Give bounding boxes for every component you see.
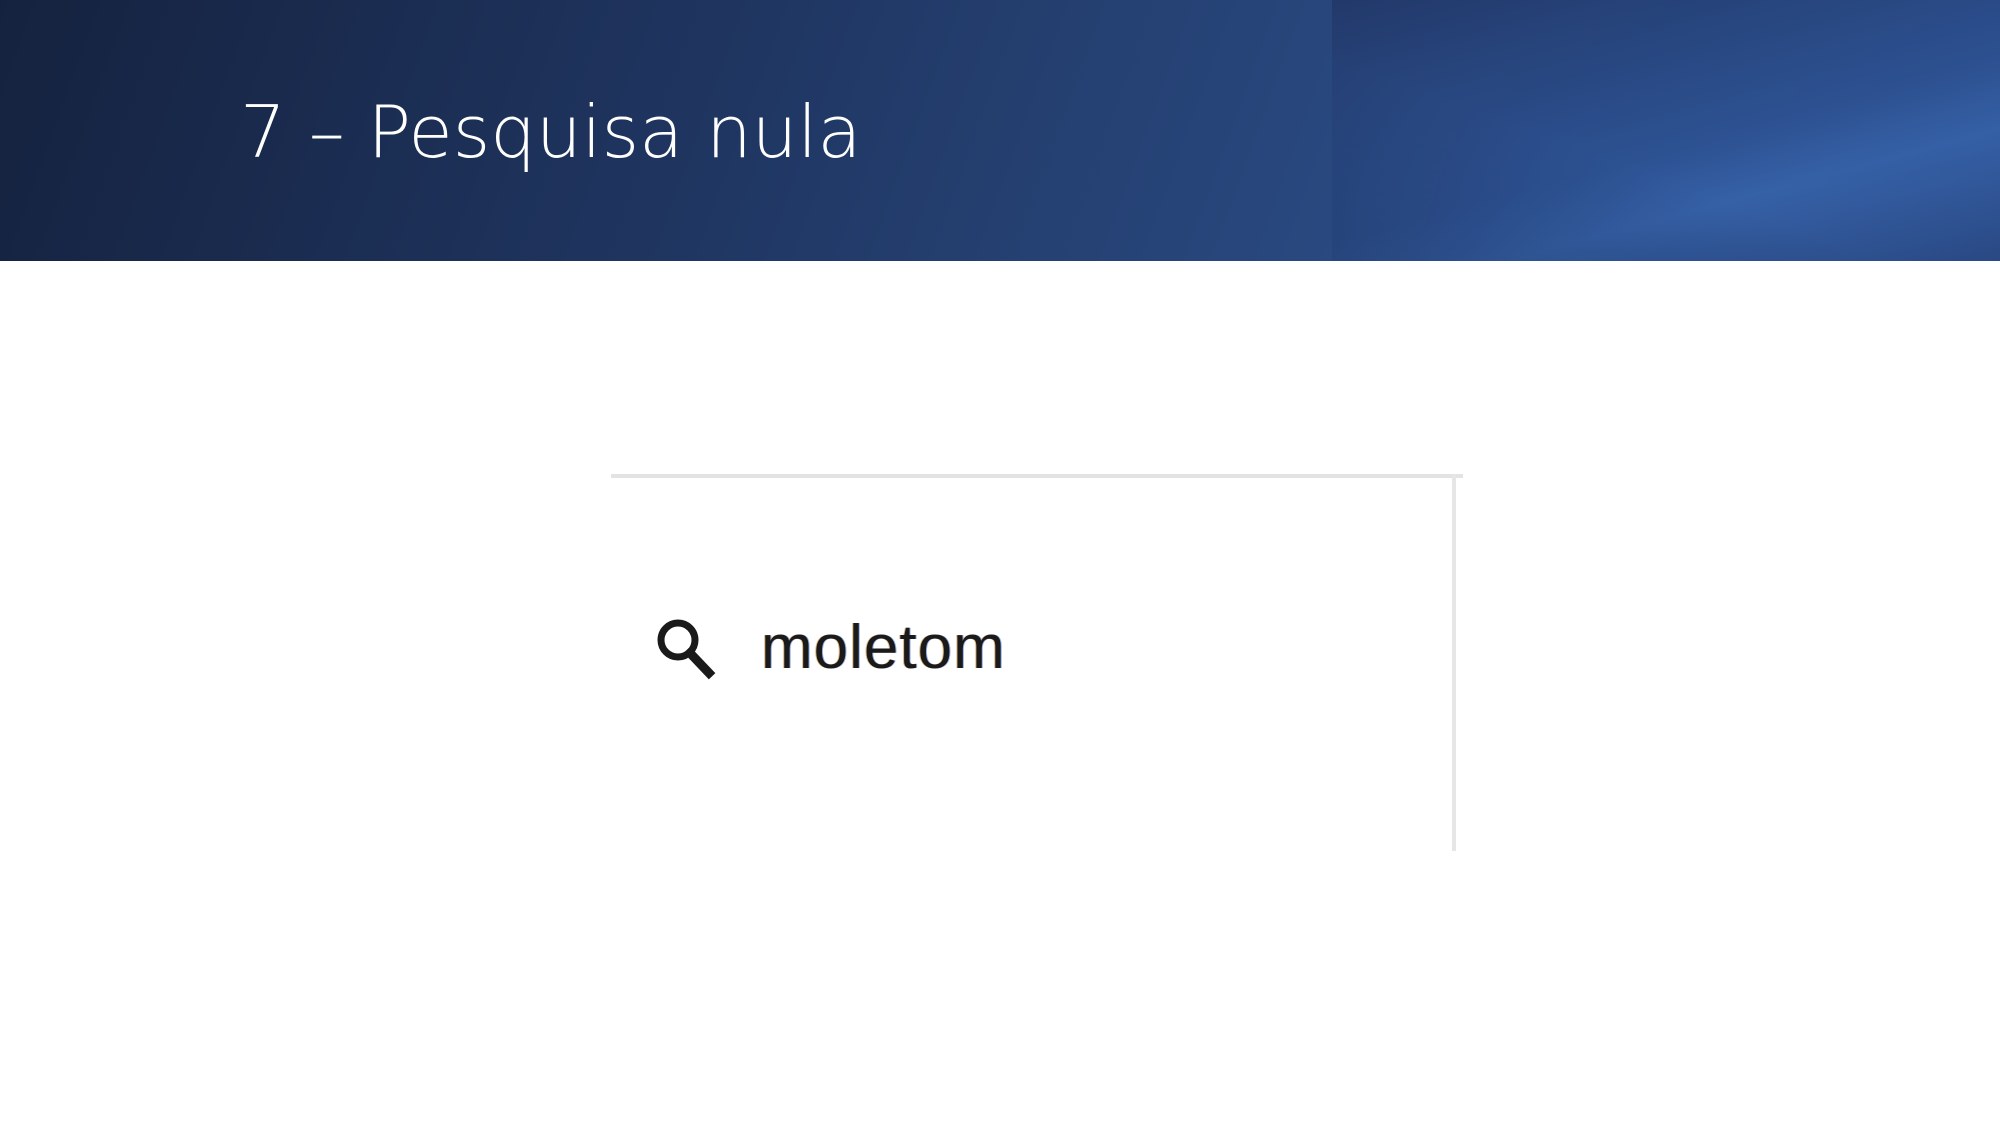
slide-title: 7 – Pesquisa nula: [240, 90, 862, 174]
panel-top-border: [611, 474, 1463, 478]
slide: 7 – Pesquisa nula moletom: [0, 0, 2000, 1125]
header-accent-panel: [1332, 0, 2000, 261]
search-field[interactable]: moletom: [651, 608, 1006, 688]
panel-right-border: [1452, 474, 1456, 851]
search-icon[interactable]: [651, 614, 719, 682]
header-band: 7 – Pesquisa nula: [0, 0, 2000, 261]
search-screenshot-panel: moletom: [611, 474, 1463, 851]
search-query-text[interactable]: moletom: [761, 608, 1006, 688]
